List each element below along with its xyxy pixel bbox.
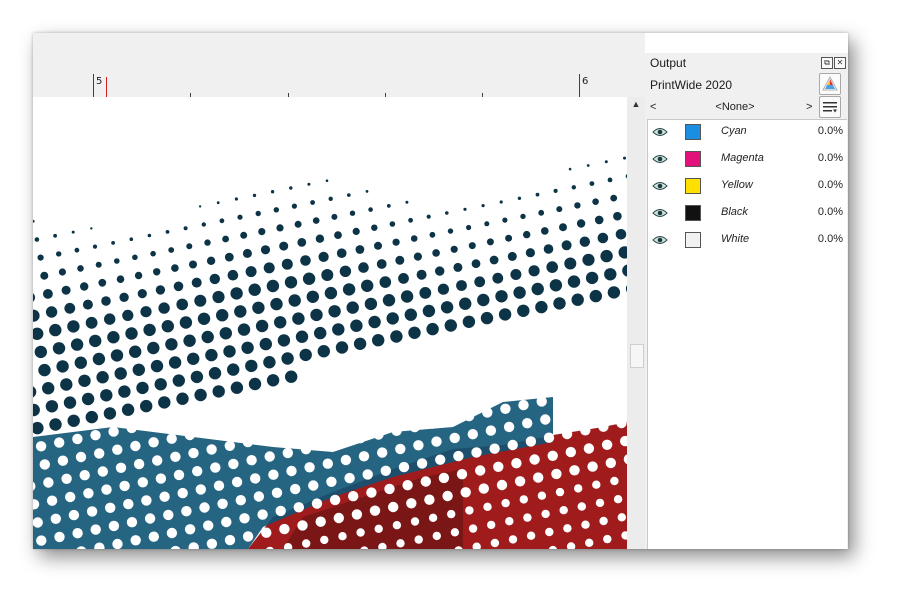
eye-icon[interactable]: [652, 181, 668, 191]
halftone-image: [33, 156, 627, 549]
channel-value: 0.0%: [817, 206, 843, 218]
previous-button[interactable]: <: [650, 101, 656, 113]
channel-value: 0.0%: [817, 233, 843, 245]
channel-name: Cyan: [721, 125, 747, 137]
canvas-area: 5 6 ▲: [33, 33, 645, 549]
next-button[interactable]: >: [806, 101, 812, 113]
color-settings-button[interactable]: [819, 73, 841, 95]
application-window: 5 6 ▲ Output ⧉ ✕ PrintWide 2020 < <None>…: [33, 33, 848, 549]
magenta-swatch: [685, 151, 701, 167]
panel-title: Output: [650, 56, 687, 70]
panel-menu-button[interactable]: [819, 96, 841, 118]
channel-value: 0.0%: [817, 125, 843, 137]
scrollbar-thumb[interactable]: [630, 344, 644, 368]
white-swatch: [685, 232, 701, 248]
color-triangle-icon: [822, 75, 838, 91]
ruler-major-tick: [93, 74, 94, 97]
channel-name: Magenta: [721, 152, 764, 164]
channel-list: Cyan 0.0% Magenta 0.0% Yellow 0.0% Black…: [647, 119, 847, 549]
menu-lines-icon: [823, 102, 837, 113]
ruler-major-tick: [579, 74, 580, 97]
eye-icon[interactable]: [652, 208, 668, 218]
cyan-swatch: [685, 124, 701, 140]
black-swatch: [685, 205, 701, 221]
channel-row-cyan[interactable]: Cyan 0.0%: [648, 120, 847, 147]
ruler-cursor-marker: [106, 77, 107, 97]
ruler-label-5: 5: [96, 76, 103, 87]
yellow-swatch: [685, 178, 701, 194]
eye-icon[interactable]: [652, 127, 668, 137]
vertical-scrollbar[interactable]: ▲: [627, 97, 645, 549]
channel-name: Yellow: [721, 179, 753, 191]
printer-name: PrintWide 2020: [650, 78, 733, 92]
channel-row-magenta[interactable]: Magenta 0.0%: [648, 147, 847, 174]
channel-row-yellow[interactable]: Yellow 0.0%: [648, 174, 847, 201]
float-panel-icon[interactable]: ⧉: [821, 57, 833, 69]
eye-icon[interactable]: [652, 154, 668, 164]
halftone-artwork-canvas[interactable]: [33, 97, 627, 549]
output-panel: Output ⧉ ✕ PrintWide 2020 < <None> > Cya…: [645, 53, 848, 549]
channel-row-white[interactable]: White 0.0%: [648, 228, 847, 255]
channel-row-black[interactable]: Black 0.0%: [648, 201, 847, 228]
scroll-up-arrow-icon[interactable]: ▲: [627, 97, 645, 111]
channel-name: White: [721, 233, 750, 245]
horizontal-ruler: 5 6: [33, 74, 614, 98]
eye-icon[interactable]: [652, 235, 668, 245]
current-selection-label: <None>: [715, 101, 755, 113]
ruler-label-6: 6: [582, 76, 589, 87]
close-icon[interactable]: ✕: [834, 57, 846, 69]
channel-value: 0.0%: [817, 179, 843, 191]
channel-name: Black: [721, 206, 748, 218]
channel-value: 0.0%: [817, 152, 843, 164]
